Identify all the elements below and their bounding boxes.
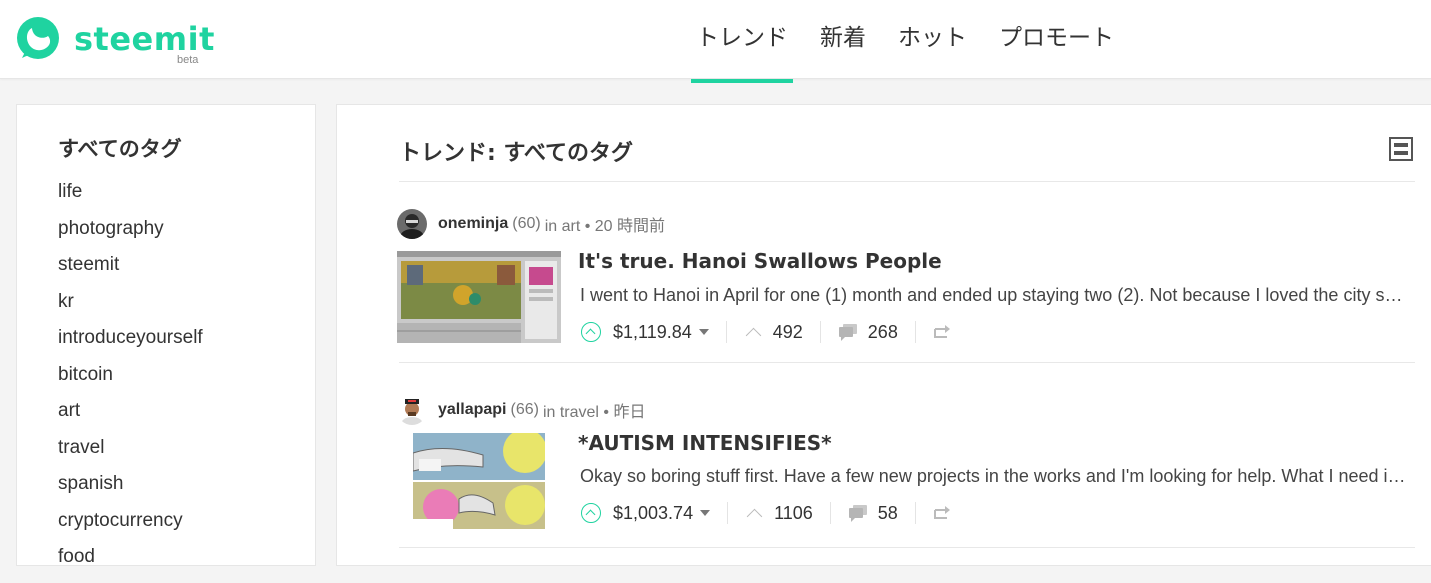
separator [819,321,821,343]
top-header: steemit beta トレンド 新着 ホット プロモート [0,0,1431,83]
post-footer: $1,003.74 1106 58 [581,500,951,526]
payout-value[interactable]: $1,003.74 [613,503,693,524]
sidebar-title: すべてのタグ [58,137,182,161]
nav-tab-promoted[interactable]: プロモート [983,0,1130,78]
vote-count[interactable]: 492 [773,322,803,343]
tag-sidebar: すべてのタグ life photography steemit kr intro… [16,104,316,567]
post-thumbnail[interactable] [397,251,561,343]
separator [829,502,831,524]
brand-name: steemit [74,20,215,58]
vote-count[interactable]: 1106 [774,503,813,524]
vote-count-icon [745,327,762,343]
avatar[interactable] [397,395,427,425]
reblog-icon[interactable] [933,506,951,520]
author-name[interactable]: oneminja [438,215,508,233]
chevron-down-icon[interactable] [698,329,709,335]
tag-list: life photography steemit kr introduceyou… [58,181,203,583]
tag-link[interactable]: spanish [58,473,203,510]
upvote-button[interactable] [581,322,601,342]
list-layout-icon[interactable] [1389,137,1413,161]
divider [399,362,1415,363]
post-title[interactable]: It's true. Hanoi Swallows People [578,249,942,273]
main-nav: トレンド 新着 ホット プロモート [680,0,1130,83]
post-excerpt[interactable]: Okay so boring stuff first. Have a few n… [580,466,1412,487]
nav-tab-hot[interactable]: ホット [882,0,983,78]
post-category-time[interactable]: in travel • 昨日 [543,398,646,422]
steemit-logo-icon [17,17,59,59]
post-author-line: oneminja (60) in art • 20 時間前 [397,209,665,239]
tag-link[interactable]: travel [58,437,203,474]
nav-tab-trending[interactable]: トレンド [680,0,804,83]
tag-link[interactable]: photography [58,218,203,255]
beta-badge: beta [177,54,199,66]
separator [914,321,916,343]
tag-link[interactable]: life [58,181,203,218]
author-reputation: (60) [512,215,541,232]
divider [399,547,1415,548]
divider [399,181,1415,182]
post-summary: oneminja (60) in art • 20 時間前 It's true.… [397,209,1417,359]
tag-link[interactable]: introduceyourself [58,327,203,364]
separator [727,502,729,524]
chevron-down-icon[interactable] [700,510,711,516]
tag-link[interactable]: art [58,400,203,437]
feed-title: トレンド: すべてのタグ [399,141,634,166]
tag-link[interactable]: steemit [58,254,203,291]
tag-link[interactable]: kr [58,291,203,328]
post-footer: $1,119.84 492 268 [581,319,951,345]
avatar[interactable] [397,209,427,239]
author-reputation: (66) [510,401,539,418]
nav-tab-new[interactable]: 新着 [804,0,882,78]
post-category-time[interactable]: in art • 20 時間前 [545,212,665,236]
reblog-icon[interactable] [933,325,951,339]
post-feed: トレンド: すべてのタグ oneminja (60) in art • 20 時… [336,104,1431,566]
steemit-logo[interactable]: steemit beta [14,14,214,70]
comment-count[interactable]: 268 [868,322,898,343]
author-name[interactable]: yallapapi [438,401,506,419]
post-summary: yallapapi (66) in travel • 昨日 *AUTISM IN… [397,395,1417,545]
vote-count-icon [746,508,763,524]
comment-icon[interactable] [848,504,868,522]
tag-link[interactable]: food [58,546,203,583]
post-author-line: yallapapi (66) in travel • 昨日 [397,395,645,425]
post-title[interactable]: *AUTISM INTENSIFIES* [578,431,832,455]
separator [914,502,916,524]
separator [725,321,727,343]
tag-link[interactable]: cryptocurrency [58,510,203,547]
upvote-button[interactable] [581,503,601,523]
payout-value[interactable]: $1,119.84 [613,322,692,343]
post-thumbnail[interactable] [413,433,545,529]
post-excerpt[interactable]: I went to Hanoi in April for one (1) mon… [580,285,1412,306]
comment-count[interactable]: 58 [878,503,898,524]
tag-link[interactable]: bitcoin [58,364,203,401]
comment-icon[interactable] [838,323,858,341]
